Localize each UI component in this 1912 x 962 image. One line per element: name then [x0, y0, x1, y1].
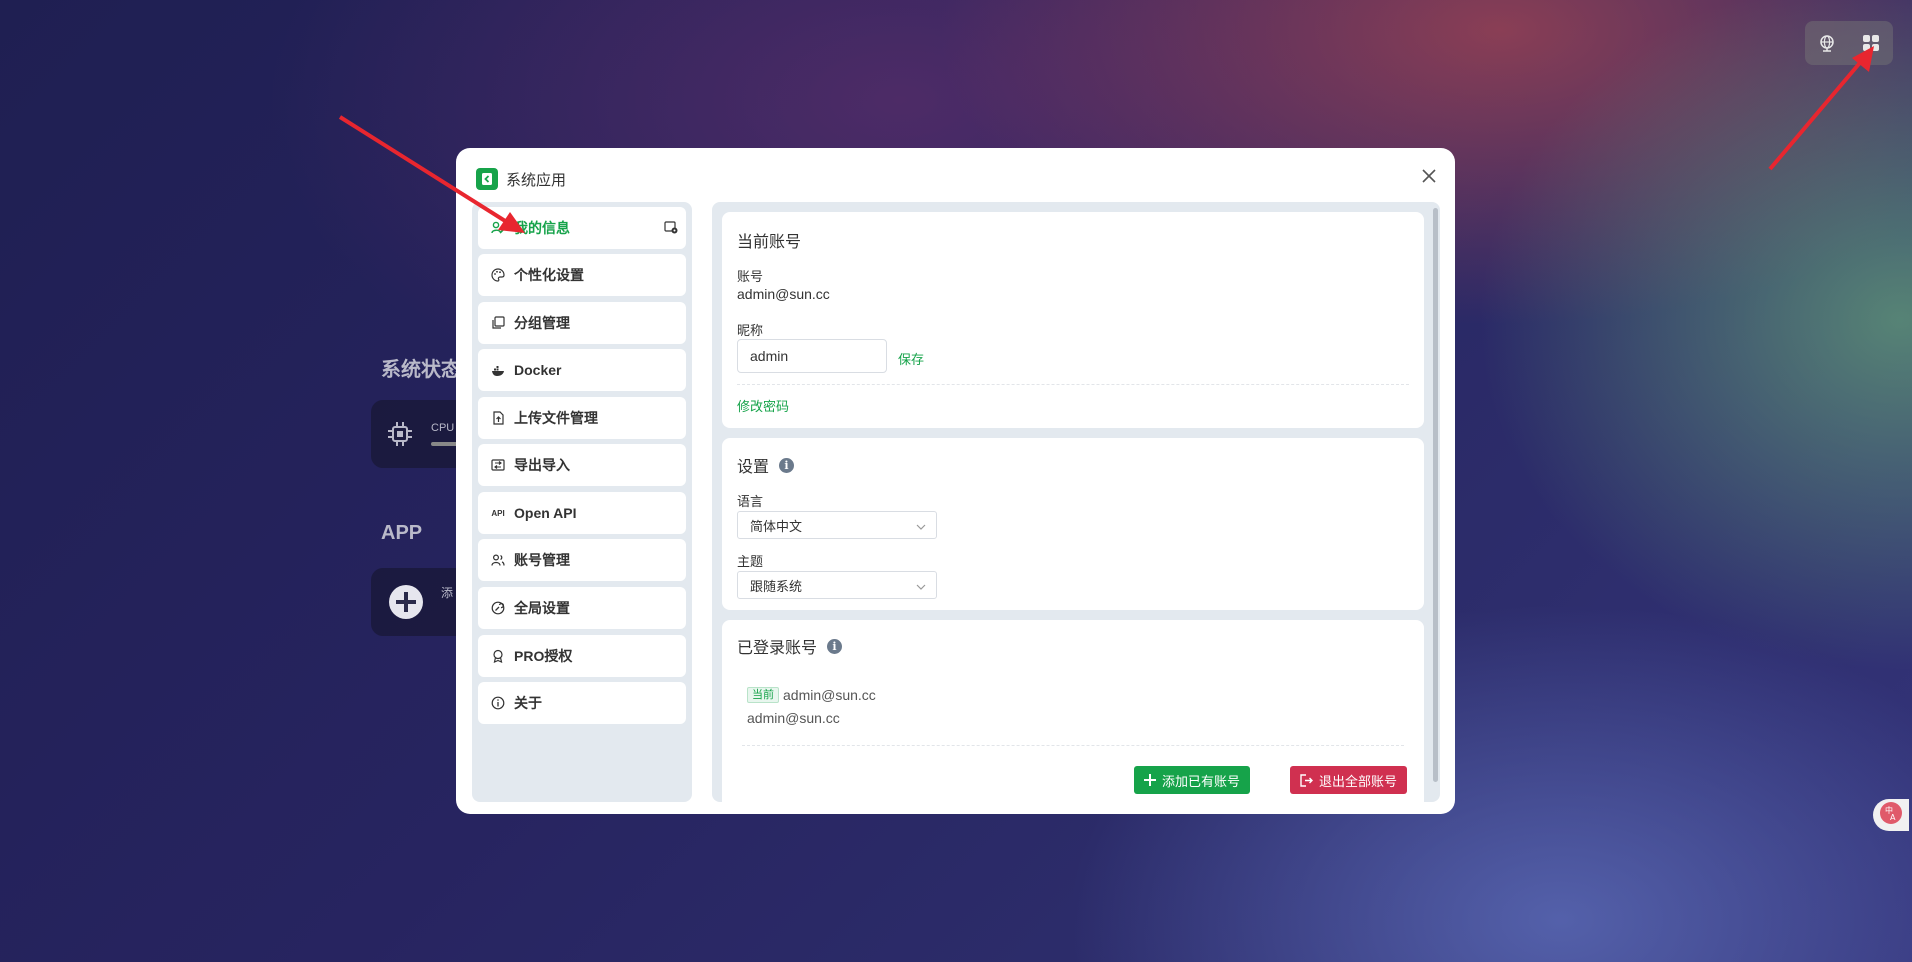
- sidebar-item-my-info[interactable]: 我的信息: [478, 207, 686, 249]
- translate-icon: 中A: [1879, 801, 1903, 830]
- save-nickname-link[interactable]: 保存: [898, 349, 924, 368]
- language-select-value: 简体中文: [750, 518, 803, 534]
- global-settings-icon: [490, 600, 506, 616]
- change-password-link[interactable]: 修改密码: [737, 396, 789, 415]
- theme-label: 主题: [737, 554, 764, 569]
- divider: [742, 745, 1404, 746]
- theme-select[interactable]: 跟随系统: [737, 571, 937, 599]
- sidebar-item-label: 导出导入: [514, 457, 570, 473]
- current-tag: 当前: [747, 687, 779, 703]
- window-settings-icon[interactable]: [664, 220, 678, 237]
- top-right-toolbar: [1805, 21, 1893, 65]
- nickname-input[interactable]: admin: [737, 339, 887, 373]
- add-existing-account-label: 添加已有账号: [1162, 773, 1241, 789]
- award-icon: [490, 648, 506, 664]
- sidebar-item-upload-files[interactable]: 上传文件管理: [478, 397, 686, 439]
- logout-all-label: 退出全部账号: [1319, 773, 1398, 789]
- theme-select-value: 跟随系统: [750, 578, 803, 594]
- translate-float-button[interactable]: 中A: [1873, 799, 1909, 831]
- sidebar-item-global-settings[interactable]: 全局设置: [478, 587, 686, 629]
- sidebar-item-pro-license[interactable]: PRO授权: [478, 635, 686, 677]
- logged-accounts-card: 已登录账号 i 当前 admin@sun.cc admin@sun.cc 添加已…: [722, 620, 1424, 802]
- palette-icon: [490, 267, 506, 283]
- account-label: 账号: [737, 269, 764, 284]
- sidebar-item-personalization[interactable]: 个性化设置: [478, 254, 686, 296]
- api-icon: API: [491, 508, 505, 518]
- settings-title-text: 设置: [737, 459, 770, 476]
- system-status-heading: 系统状态: [381, 359, 461, 381]
- sidebar-item-label: 账号管理: [514, 552, 570, 568]
- modal-header: 系统应用: [476, 164, 566, 194]
- sidebar-item-open-api[interactable]: API Open API: [478, 492, 686, 534]
- cpu-chip-icon: [386, 420, 414, 453]
- copy-stack-icon: [490, 315, 506, 331]
- cpu-label: CPU: [431, 422, 455, 434]
- info-icon[interactable]: i: [779, 457, 795, 473]
- users-icon: [490, 552, 506, 568]
- add-circle-icon: [388, 584, 424, 625]
- sidebar-item-export-import[interactable]: 导出导入: [478, 444, 686, 486]
- logged-accounts-title-text: 已登录账号: [737, 640, 818, 657]
- sidebar-item-label: 全局设置: [514, 600, 570, 616]
- settings-title: 设置 i: [737, 453, 795, 477]
- divider: [737, 384, 1409, 385]
- account-list-item[interactable]: admin@sun.cc: [747, 710, 840, 726]
- language-select[interactable]: 简体中文: [737, 511, 937, 539]
- modal-title: 系统应用: [506, 171, 567, 189]
- logged-accounts-title: 已登录账号 i: [737, 634, 843, 658]
- current-account-card: 当前账号 账号 admin@sun.cc 昵称 admin 保存 修改密码: [722, 212, 1424, 428]
- sidebar-item-label: Open API: [514, 505, 577, 521]
- close-button[interactable]: [1417, 166, 1441, 190]
- app-section-heading: APP: [381, 522, 423, 544]
- apps-grid-icon[interactable]: [1858, 30, 1884, 56]
- account-email: admin@sun.cc: [783, 687, 876, 703]
- sidebar-item-about[interactable]: 关于: [478, 682, 686, 724]
- settings-card: 设置 i 语言 简体中文 主题 跟随系统: [722, 438, 1424, 610]
- account-list-item[interactable]: 当前 admin@sun.cc: [747, 687, 876, 703]
- user-edit-icon: [490, 220, 506, 236]
- settings-sidebar: 我的信息 个性化设置 分组管理 Docker 上传文件管理 导出导入 API O…: [472, 202, 692, 802]
- sidebar-item-label: PRO授权: [514, 648, 573, 664]
- account-value: admin@sun.cc: [737, 286, 830, 302]
- info-circle-icon: [490, 695, 506, 711]
- language-label: 语言: [737, 494, 764, 509]
- close-icon: [1422, 168, 1436, 188]
- info-icon[interactable]: i: [827, 638, 843, 654]
- plus-icon: [1144, 774, 1156, 786]
- globe-icon[interactable]: [1814, 30, 1840, 56]
- swap-icon: [490, 457, 506, 473]
- logout-all-button[interactable]: 退出全部账号: [1290, 766, 1408, 794]
- add-existing-account-button[interactable]: 添加已有账号: [1134, 766, 1251, 794]
- sidebar-item-label: 分组管理: [514, 315, 570, 331]
- sidebar-item-label: 上传文件管理: [514, 410, 598, 426]
- nickname-label: 昵称: [737, 323, 764, 338]
- add-app-label: 添: [441, 586, 454, 600]
- current-account-title: 当前账号: [737, 234, 802, 251]
- app-logo-icon: [476, 168, 498, 190]
- system-app-modal: 系统应用 我的信息 个性化设置 分组管理 Docker 上传文件管理 导出导入 …: [456, 148, 1455, 814]
- sidebar-item-account-management[interactable]: 账号管理: [478, 539, 686, 581]
- chevron-down-icon: [916, 580, 926, 595]
- chevron-down-icon: [916, 520, 926, 535]
- sidebar-item-label: 个性化设置: [514, 267, 584, 283]
- svg-text:A: A: [1890, 813, 1896, 822]
- logout-icon: [1300, 773, 1313, 787]
- sidebar-item-group-management[interactable]: 分组管理: [478, 302, 686, 344]
- sidebar-item-label: 关于: [514, 695, 542, 711]
- main-content: 当前账号 账号 admin@sun.cc 昵称 admin 保存 修改密码 设置…: [712, 202, 1440, 802]
- sidebar-item-docker[interactable]: Docker: [478, 349, 686, 391]
- file-upload-icon: [490, 410, 506, 426]
- sidebar-item-label: 我的信息: [514, 220, 570, 236]
- scrollbar[interactable]: [1433, 208, 1438, 782]
- docker-whale-icon: [490, 362, 506, 378]
- sidebar-item-label: Docker: [514, 362, 562, 378]
